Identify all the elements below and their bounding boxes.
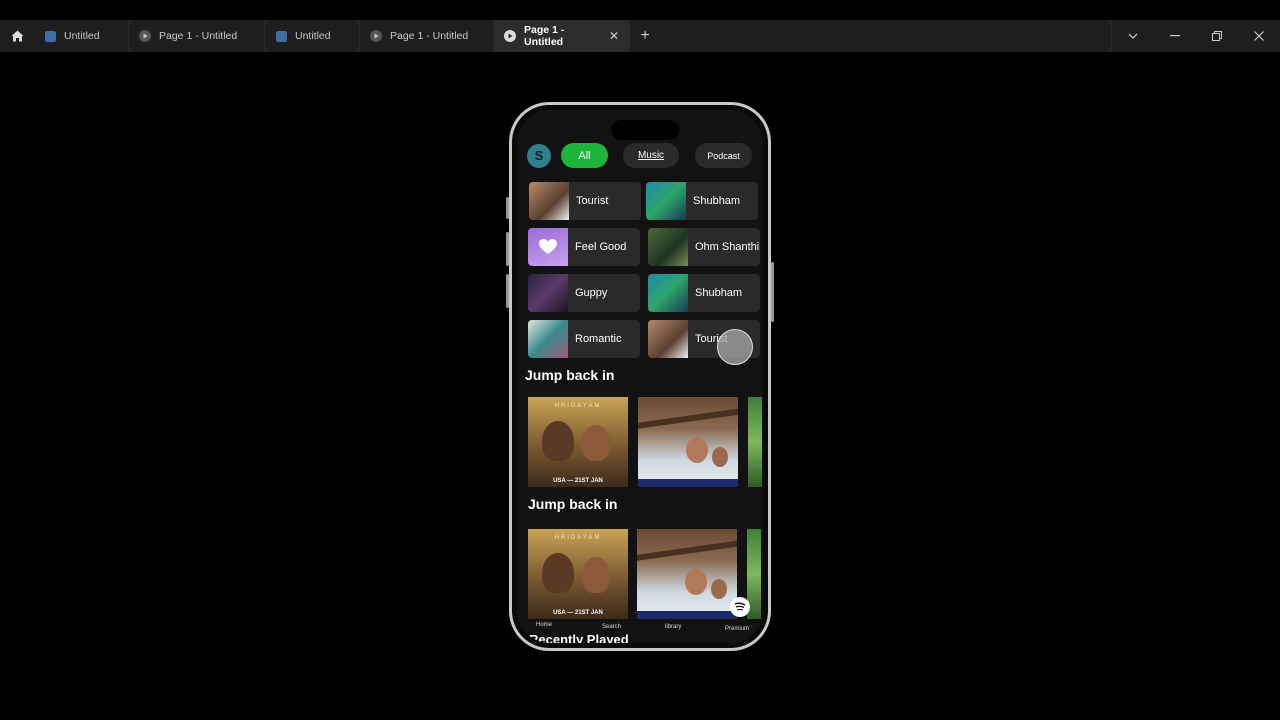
shortcut-card[interactable]: Feel Good [528,228,640,266]
chevron-down-icon[interactable] [1112,20,1154,52]
tab-bar: Untitled Page 1 - Untitled Untitled Page… [0,20,1280,52]
album-art-ohm-shanthi [648,228,688,266]
minimize-icon[interactable] [1154,20,1196,52]
spotify-icon[interactable] [730,597,750,617]
tab-label: Page 1 - Untitled [524,24,565,48]
tab-page-2[interactable]: Page 1 - Untitled [360,20,494,52]
close-window-icon[interactable] [1238,20,1280,52]
bottom-nav: Home Search library Premium [517,622,763,638]
poster-hridayam[interactable]: HRIDAYAM USA — 21ST JAN [528,529,628,619]
poster-footer: USA — 21ST JAN [553,610,603,616]
filter-music-chip[interactable]: Music [623,143,679,168]
app-screen: S All Music Podcast Tourist Shubham Feel… [517,110,763,643]
album-art-guppy [528,274,568,312]
tab-label: Untitled [64,30,100,42]
phone-power-button [771,262,774,322]
tab-untitled-2[interactable]: Untitled [265,20,360,52]
poster-village[interactable] [637,529,737,619]
nav-home[interactable]: Home [536,622,552,628]
poster-village[interactable] [638,397,738,487]
tab-page-1[interactable]: Page 1 - Untitled [129,20,265,52]
tab-label: Untitled [295,30,331,42]
filter-bar: S All Music Podcast [527,143,752,168]
album-art-shubham [648,274,688,312]
card-label: Tourist [576,195,609,207]
section-title-jump-back-in: Jump back in [528,496,618,512]
dynamic-island [611,120,679,140]
card-label: Feel Good [575,241,627,253]
card-label: Guppy [575,287,608,299]
shortcut-card[interactable]: Guppy [528,274,640,312]
play-icon [370,30,382,42]
tab-page-active[interactable]: Page 1 - Untitled ✕ [494,20,630,52]
shortcut-card[interactable]: Tourist [529,182,641,220]
heart-icon [528,228,568,266]
top-strip [0,0,1280,20]
nav-premium[interactable]: Premium [725,626,749,632]
shortcut-card[interactable]: Romantic [528,320,640,358]
play-icon [139,30,151,42]
play-icon [504,30,516,42]
pointer-cursor [717,329,753,365]
tab-label: Page 1 - Untitled [159,30,238,42]
section-title-jump-back-in: Jump back in [525,367,615,383]
nav-search[interactable]: Search [602,624,621,630]
new-tab-button[interactable]: + [630,20,660,52]
filter-podcast-chip[interactable]: Podcast [695,143,752,168]
close-tab-icon[interactable]: ✕ [609,29,619,43]
album-art-shubham [646,182,686,220]
window-controls [1111,20,1280,52]
shortcut-card[interactable]: Ohm Shanthi [648,228,760,266]
design-file-icon [44,30,56,42]
shortcut-card[interactable]: Shubham [646,182,758,220]
tab-untitled-1[interactable]: Untitled [34,20,129,52]
album-art-tourist [529,182,569,220]
card-label: Shubham [695,287,743,299]
avatar[interactable]: S [527,143,551,168]
poster-title: HRIDAYAM [554,403,602,409]
album-art-romantic [528,320,568,358]
home-icon[interactable] [0,20,34,52]
phone-frame: S All Music Podcast Tourist Shubham Feel… [509,102,771,651]
album-art-tourist [648,320,688,358]
poster-hridayam[interactable]: HRIDAYAM USA — 21ST JAN [528,397,628,487]
restore-icon[interactable] [1196,20,1238,52]
card-label: Shubham [693,195,741,207]
poster-partial[interactable] [748,397,762,487]
poster-title: HRIDAYAM [554,535,602,541]
card-label: Ohm Shanthi [695,241,760,253]
filter-all-chip[interactable]: All [561,143,608,168]
card-label: Romantic [575,333,622,345]
design-file-icon [275,30,287,42]
poster-footer: USA — 21ST JAN [553,478,603,484]
tab-label: Page 1 - Untitled [390,30,469,42]
shortcut-card[interactable]: Shubham [648,274,760,312]
nav-library[interactable]: library [665,624,681,630]
